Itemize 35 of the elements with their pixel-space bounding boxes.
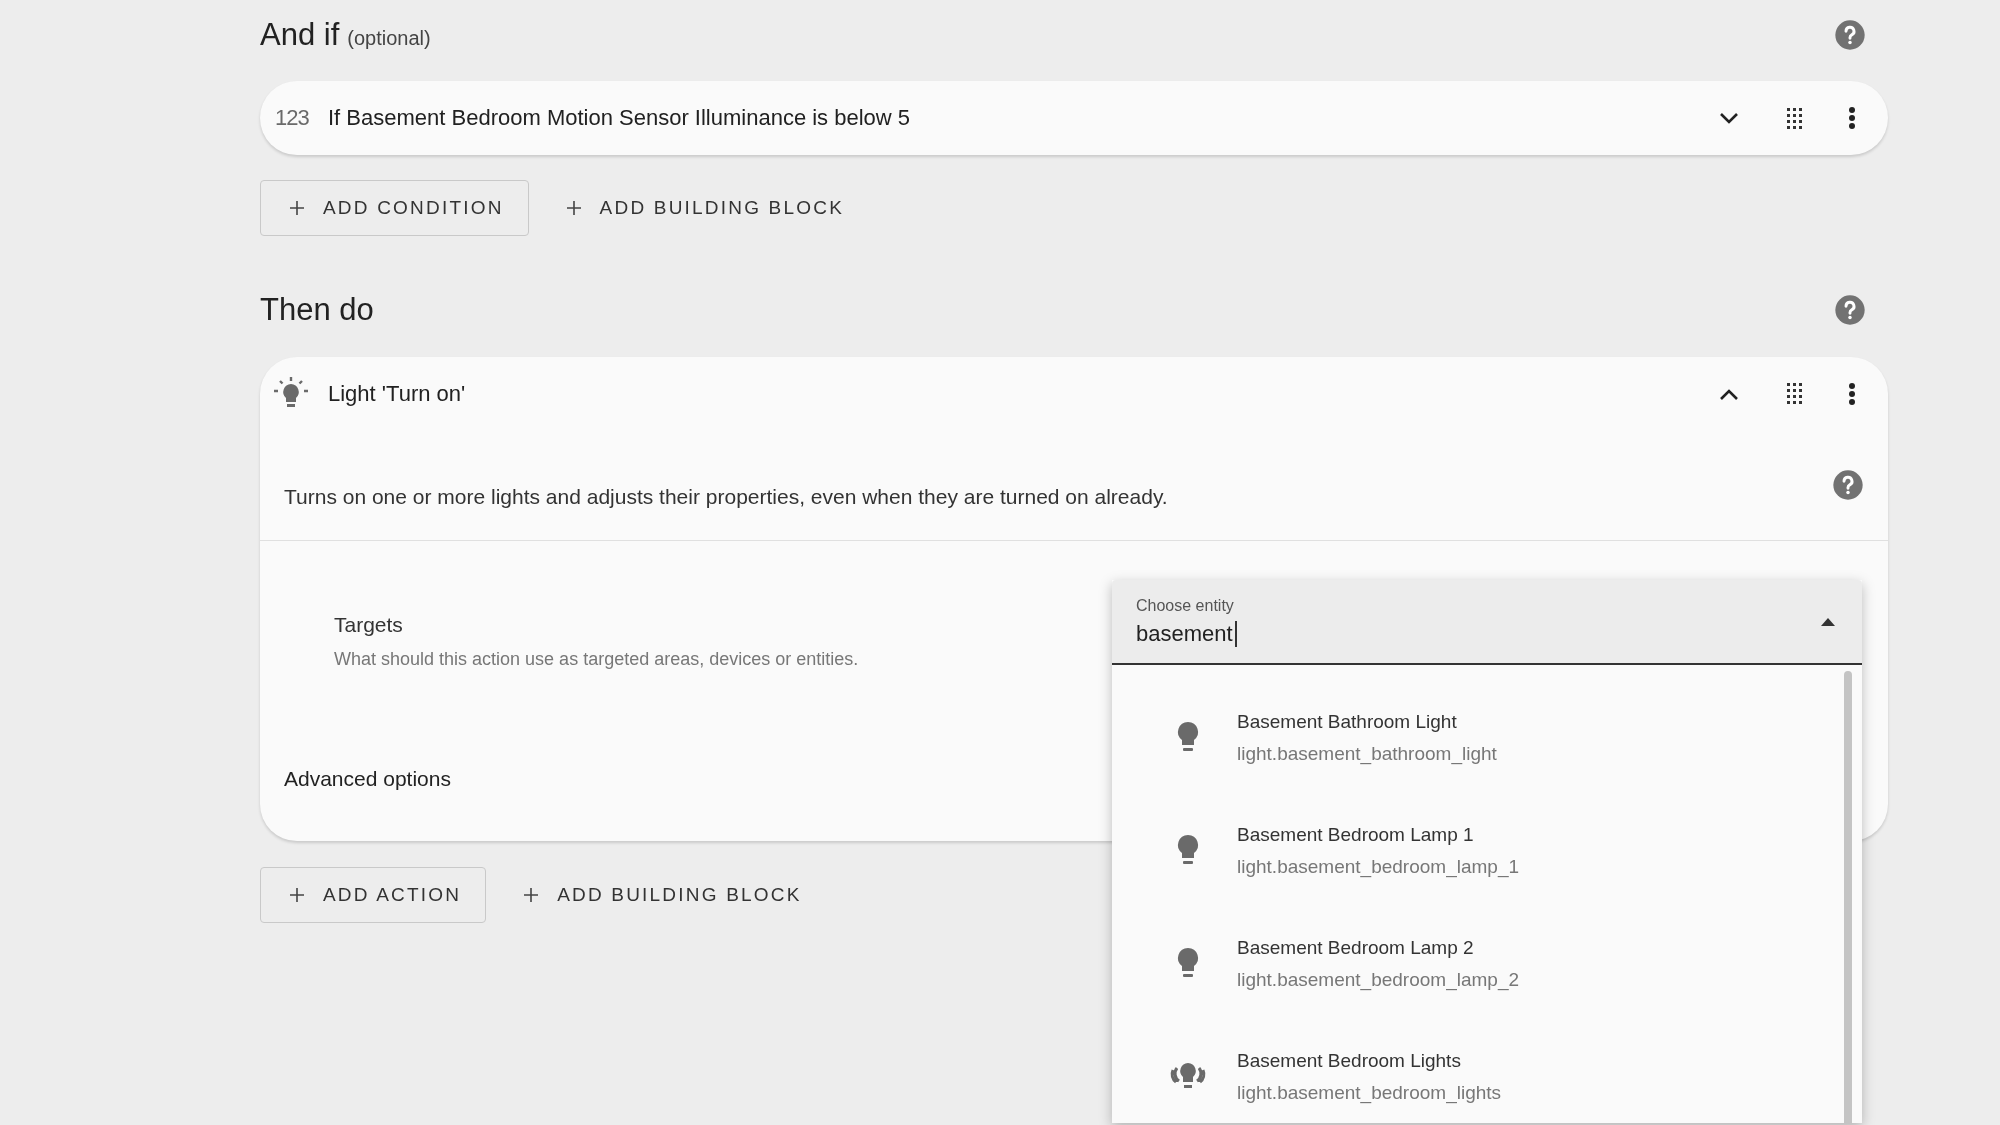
entity-option[interactable]: Basement Bathroom Light light.basement_bathroom_light: [1112, 681, 1862, 794]
field-label: Choose entity: [1136, 596, 1235, 615]
numeric-icon: 123: [275, 105, 315, 131]
add-button[interactable]: ADD CONDITION: [260, 180, 529, 236]
help-icon[interactable]: [1834, 19, 1866, 51]
plus-icon: [565, 200, 582, 216]
optional-note: (optional): [347, 27, 431, 49]
advanced-options[interactable]: Advanced options: [284, 767, 451, 791]
plus-icon: [289, 887, 305, 903]
plus-icon: [523, 887, 540, 903]
entity-option[interactable]: Basement Bedroom Lamp 2 light.basement_bedroom_lamp_2: [1112, 907, 1862, 1020]
action-title: Light 'Turn on': [328, 380, 467, 407]
section-title: Then do: [260, 292, 374, 327]
more-options-icon[interactable]: [1848, 381, 1856, 406]
entity-search-field[interactable]: Choose entity basement: [1112, 580, 1862, 665]
drag-handle-icon[interactable]: [1787, 383, 1802, 404]
plus-icon: [289, 200, 305, 216]
add-button[interactable]: ADD BUILDING BLOCK: [494, 867, 827, 923]
drag-handle-icon[interactable]: [1787, 107, 1802, 129]
chevron-icon[interactable]: [1717, 110, 1741, 126]
targets-hint: What should this action use as targeted areas, devices or entities.: [334, 649, 859, 670]
condition-title: If Basement Bedroom Motion Sensor Illuminance is below 5: [328, 105, 912, 131]
action-description: Turns on one or more lights and adjusts their properties, even when they are turned on already.: [284, 485, 1168, 509]
section-title: And if: [260, 17, 340, 52]
add-button[interactable]: ADD BUILDING BLOCK: [536, 180, 870, 236]
help-icon[interactable]: [1832, 469, 1864, 501]
targets-label: Targets: [334, 613, 403, 637]
caret-icon[interactable]: [1820, 617, 1836, 626]
more-options-icon[interactable]: [1848, 106, 1856, 130]
condition-card[interactable]: 123 If Basement Bedroom Motion Sensor Illuminance is below 5: [260, 81, 1888, 155]
add-button[interactable]: ADD ACTION: [260, 867, 487, 923]
scrollbar[interactable]: [1844, 671, 1852, 1123]
help-icon[interactable]: [1834, 294, 1866, 326]
entity-option[interactable]: Basement Bedroom Lights light.basement_bedroom_lights: [1112, 1020, 1862, 1123]
entity-option[interactable]: Basement Bedroom Lamp 1 light.basement_bedroom_lamp_1: [1112, 794, 1862, 907]
